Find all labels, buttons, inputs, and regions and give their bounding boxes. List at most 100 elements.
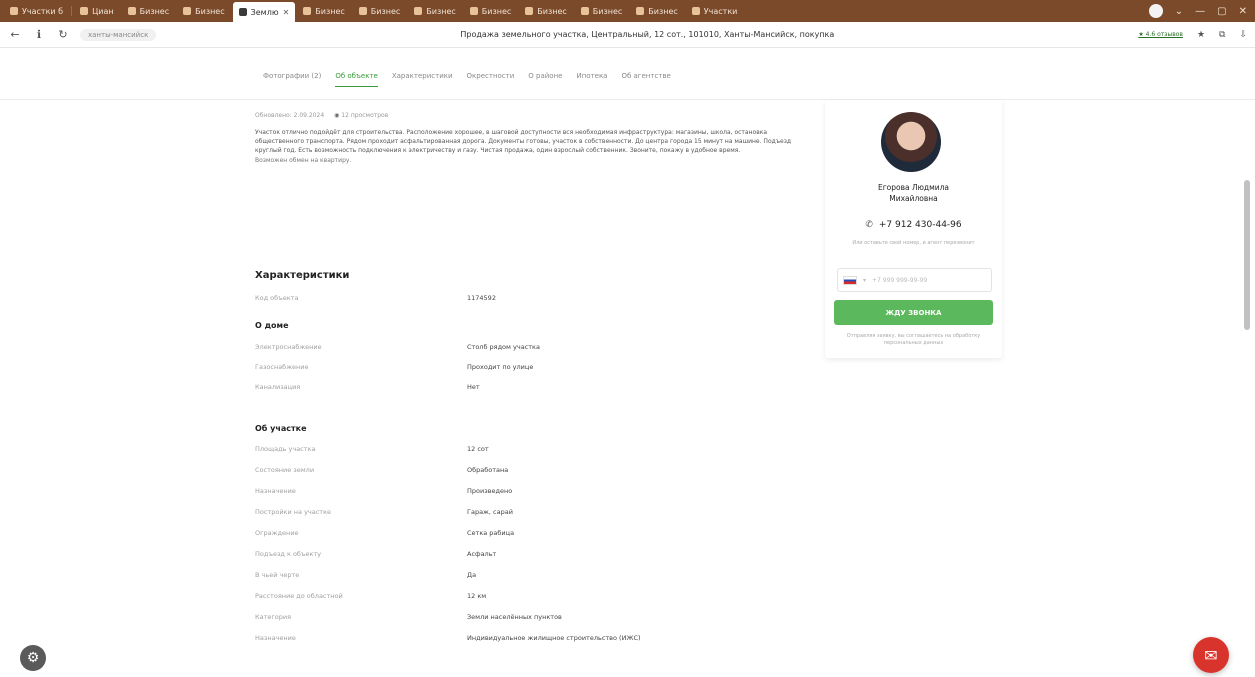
favicon-icon [127, 7, 136, 15]
anchor-link-district[interactable]: О районе [528, 72, 562, 87]
row-value: Столб рядом участка [467, 343, 540, 351]
favicon-icon [238, 8, 247, 16]
agent-name-line: Егорова Людмила [877, 183, 950, 192]
characteristic-row: Код объекта 1174592 [255, 294, 815, 306]
favicon-icon [525, 7, 534, 15]
row-key: Газоснабжение [255, 363, 309, 371]
callback-phone-input[interactable]: ▾ +7 999 999-99-99 [837, 268, 992, 292]
row-value: Нет [467, 383, 480, 391]
favicon-icon [10, 7, 18, 15]
description-note: Возможен обмен на квартиру. [255, 156, 352, 164]
row-key: Назначение [255, 487, 296, 495]
listing-meta: Обновлено: 2.09.2024 ◉ 12 просмотров [255, 112, 388, 119]
agent-avatar [881, 112, 941, 172]
maximize-icon[interactable]: ▢ [1217, 6, 1226, 17]
address-bar-actions: ★ 4.6 отзывов ★ ⧉ ⇩ [1138, 30, 1247, 40]
row-key: Состояние земли [255, 466, 315, 474]
row-key: Постройки на участке [255, 508, 332, 516]
anchor-link-agency[interactable]: Об агентстве [621, 72, 670, 87]
minimize-icon[interactable]: — [1195, 6, 1205, 17]
browser-tab[interactable]: Бизнес [519, 3, 573, 19]
browser-tab[interactable]: Бизнес [630, 3, 684, 19]
favicon-icon [580, 7, 589, 15]
characteristic-row: Категория Земли населённых пунктов [255, 613, 815, 625]
reload-icon[interactable]: ↻ [56, 28, 70, 41]
browser-tab[interactable]: Бизнес [408, 3, 462, 19]
listing-date: Обновлено: 2.09.2024 [255, 112, 325, 119]
row-key: Электроснабжение [255, 343, 322, 351]
agent-name: Егорова Людмила Михайловна [825, 182, 1002, 204]
browser-tab[interactable]: Участки б [4, 3, 69, 19]
characteristic-row: Постройки на участке Гараж, сарай [255, 508, 815, 520]
anchor-link-about[interactable]: Об объекте [335, 72, 378, 87]
browser-tab[interactable]: Бизнес [177, 3, 231, 19]
browser-tab-strip: Участки б Циан Бизнес Бизнес Землю ✕ Бизн… [0, 0, 1255, 22]
anchor-link-mortgage[interactable]: Ипотека [576, 72, 607, 87]
row-value: Индивидуальное жилищное строительство (И… [467, 634, 641, 642]
listing-views: ◉ 12 просмотров [334, 112, 388, 119]
browser-tab[interactable]: Бизнес [297, 3, 351, 19]
row-key: Расстояние до областной [255, 592, 343, 600]
browser-tab[interactable]: Бизнес [575, 3, 629, 19]
chat-bubble-icon: ✉ [1204, 645, 1218, 665]
phone-placeholder: +7 999 999-99-99 [872, 276, 928, 284]
scrollbar-thumb[interactable] [1244, 180, 1250, 330]
anchor-links: Фотографии (2) Об объекте Характеристики… [263, 72, 671, 87]
row-key: Назначение [255, 634, 296, 642]
row-value: 1174592 [467, 294, 496, 302]
agent-card: Егорова Людмила Михайловна ✆ +7 912 430-4… [825, 100, 1002, 358]
browser-tab[interactable]: Бизнес [464, 3, 518, 19]
download-icon[interactable]: ⇩ [1239, 30, 1247, 40]
agent-phone-link[interactable]: ✆ +7 912 430-44-96 [825, 220, 1002, 230]
browser-tab[interactable]: Бизнес [353, 3, 407, 19]
favicon-icon [303, 7, 312, 15]
browser-tab[interactable]: Участки [686, 3, 744, 19]
browser-tab[interactable]: Циан [74, 3, 120, 19]
agent-phone-number: +7 912 430-44-96 [878, 220, 962, 230]
description-text: Участок отлично подойдёт для строительст… [255, 129, 792, 155]
chevron-down-icon[interactable]: ▾ [863, 277, 866, 284]
row-key: Подъезд к объекту [255, 550, 322, 558]
row-value: Обработана [467, 466, 509, 474]
row-value: Проходит по улице [467, 363, 534, 371]
anchor-link-surroundings[interactable]: Окрестности [467, 72, 515, 87]
browser-tab-active[interactable]: Землю ✕ [232, 2, 296, 22]
url-field[interactable]: ханты-мансийск [80, 28, 157, 41]
bookmark-icon[interactable]: ★ [1197, 30, 1205, 40]
row-value: 12 км [467, 592, 487, 600]
close-tab-icon[interactable]: ✕ [283, 8, 290, 17]
row-value: Да [467, 571, 477, 579]
callback-hint: Или оставьте свой номер, и агент перезво… [852, 240, 975, 246]
request-call-button[interactable]: ЖДУ ЗВОНКА [834, 300, 993, 325]
row-value: Сетка рабица [467, 529, 515, 537]
favicon-icon [636, 7, 645, 15]
anchor-link-characteristics[interactable]: Характеристики [392, 72, 453, 87]
tab-search-icon[interactable]: ⌄ [1175, 6, 1183, 17]
anchor-link-photos[interactable]: Фотографии (2) [263, 72, 321, 87]
profile-icon[interactable] [1148, 4, 1163, 18]
favicon-icon [183, 7, 192, 15]
characteristics-title: Характеристики [255, 270, 350, 281]
share-icon[interactable]: ⧉ [1219, 30, 1225, 40]
chat-button[interactable]: ✉ [1193, 637, 1229, 673]
characteristic-row: Ограждение Сетка рабица [255, 529, 815, 541]
views-count: 12 просмотров [341, 112, 389, 119]
close-window-icon[interactable]: ✕ [1239, 6, 1247, 17]
row-key: Канализация [255, 383, 301, 391]
window-controls: ⌄ — ▢ ✕ [1148, 4, 1255, 18]
characteristic-row: Канализация Нет [255, 383, 815, 395]
house-section-title: О доме [255, 321, 289, 330]
browser-tab[interactable]: Бизнес [122, 3, 176, 19]
favicon-icon [691, 7, 700, 15]
rating-link[interactable]: ★ 4.6 отзывов [1138, 31, 1183, 38]
characteristic-row: Площадь участка 12 сот [255, 445, 815, 457]
row-key: Площадь участка [255, 445, 316, 453]
listing-description: Участок отлично подойдёт для строительст… [255, 128, 800, 165]
info-icon[interactable]: ℹ [32, 28, 46, 41]
back-icon[interactable]: ← [8, 28, 22, 41]
russia-flag-icon[interactable] [843, 275, 857, 285]
row-key: Категория [255, 613, 292, 621]
accessibility-settings-button[interactable]: ⚙ [20, 645, 46, 671]
page-scrollbar[interactable] [1243, 100, 1251, 677]
row-key: Ограждение [255, 529, 299, 537]
